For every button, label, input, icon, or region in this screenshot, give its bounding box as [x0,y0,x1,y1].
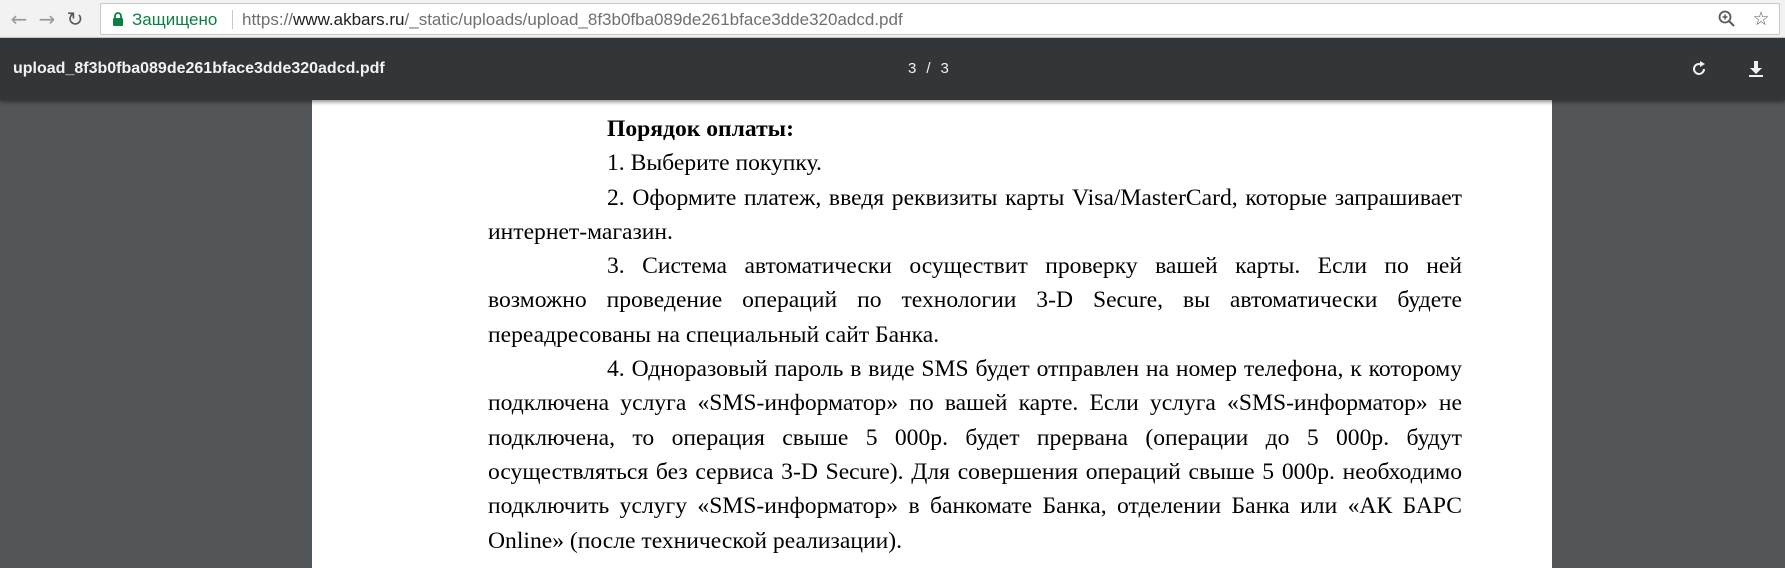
pdf-page: Порядок оплаты: 1. Выберите покупку. 2. … [312,100,1552,568]
pdf-viewer[interactable]: Порядок оплаты: 1. Выберите покупку. 2. … [0,100,1785,568]
total-pages: 3 [940,60,949,77]
lock-icon [113,12,123,26]
star-icon[interactable]: ☆ [1750,8,1772,30]
forward-arrow-icon[interactable]: → [34,6,60,32]
pdf-title: upload_8f3b0fba089de261bface3dde320adcd.… [13,60,385,77]
browser-toolbar: ← → ↻ Защищено https://www.akbars.ru/_st… [0,0,1785,38]
secure-label[interactable]: Защищено [132,10,217,30]
current-page-input[interactable]: 3 [908,60,916,77]
address-bar[interactable]: Защищено https://www.akbars.ru/_static/u… [100,3,1780,35]
url-scheme: https:// [242,10,294,29]
rotate-icon[interactable] [1686,56,1712,82]
back-arrow-icon[interactable]: ← [6,6,32,32]
pdf-toolbar: upload_8f3b0fba089de261bface3dde320adcd.… [0,38,1785,100]
reload-icon[interactable]: ↻ [62,6,88,32]
page-counter: 3 / 3 [908,60,949,77]
url-path: /_static/uploads/upload_8f3b0fba089de261… [404,10,903,29]
download-icon[interactable] [1743,56,1769,82]
document-body: Порядок оплаты: 1. Выберите покупку. 2. … [488,112,1462,558]
list-item: 4. Одноразовый пароль в виде SMS будет о… [488,356,1462,554]
section-heading: Порядок оплаты: [607,116,794,142]
page-separator: / [926,60,931,77]
list-item: 1. Выберите покупку. [607,150,822,177]
url-text[interactable]: https://www.akbars.ru/_static/uploads/up… [242,10,903,30]
omnibox-divider [232,10,233,29]
zoom-icon[interactable] [1716,8,1738,30]
url-host: www.akbars.ru [293,10,405,29]
list-item: 3. Система автоматически осуществит пров… [488,253,1462,348]
list-item: 2. Оформите платеж, введя реквизиты карт… [488,184,1462,245]
